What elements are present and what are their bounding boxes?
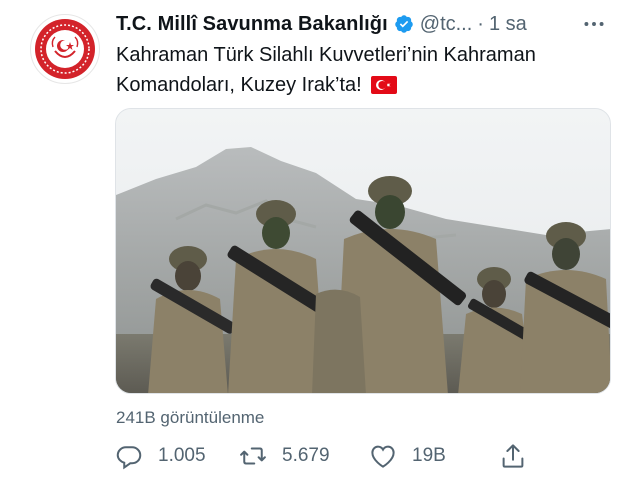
- msb-emblem-icon: [35, 19, 95, 79]
- retweet-button[interactable]: 5.679: [238, 440, 330, 472]
- turkey-flag-icon: [371, 76, 398, 94]
- view-count: 241B görüntülenme: [116, 408, 265, 427]
- retweet-count: 5.679: [282, 445, 330, 466]
- retweet-icon: [240, 447, 266, 465]
- share-button[interactable]: [498, 440, 528, 472]
- tweet-time[interactable]: 1 sa: [489, 13, 527, 36]
- tweet-media[interactable]: [115, 108, 611, 394]
- action-bar: 1.005 5.679 19B: [114, 440, 534, 472]
- account-name[interactable]: T.C. Millî Savunma Bakanlığı: [116, 13, 388, 36]
- more-options-button[interactable]: [581, 10, 607, 38]
- account-handle[interactable]: @tc...: [420, 13, 473, 36]
- reply-icon: [116, 446, 142, 470]
- like-button[interactable]: 19B: [368, 440, 446, 472]
- reply-button[interactable]: 1.005: [114, 440, 206, 472]
- separator-dot: ·: [477, 12, 484, 35]
- reply-count: 1.005: [158, 445, 206, 466]
- tweet-header: T.C. Millî Savunma Bakanlığı @tc... · 1 …: [116, 10, 617, 38]
- tweet-text: Kahraman Türk Silahlı Kuvvetleri’nin Kah…: [116, 40, 616, 100]
- like-count: 19B: [412, 445, 446, 466]
- more-dots-icon: [584, 22, 604, 26]
- soldiers-photo: [116, 109, 610, 393]
- share-icon: [502, 444, 524, 468]
- heart-icon: [371, 445, 395, 468]
- tweet-body: Kahraman Türk Silahlı Kuvvetleri’nin Kah…: [116, 44, 536, 96]
- avatar[interactable]: [30, 14, 100, 84]
- verified-badge-icon: [395, 15, 413, 33]
